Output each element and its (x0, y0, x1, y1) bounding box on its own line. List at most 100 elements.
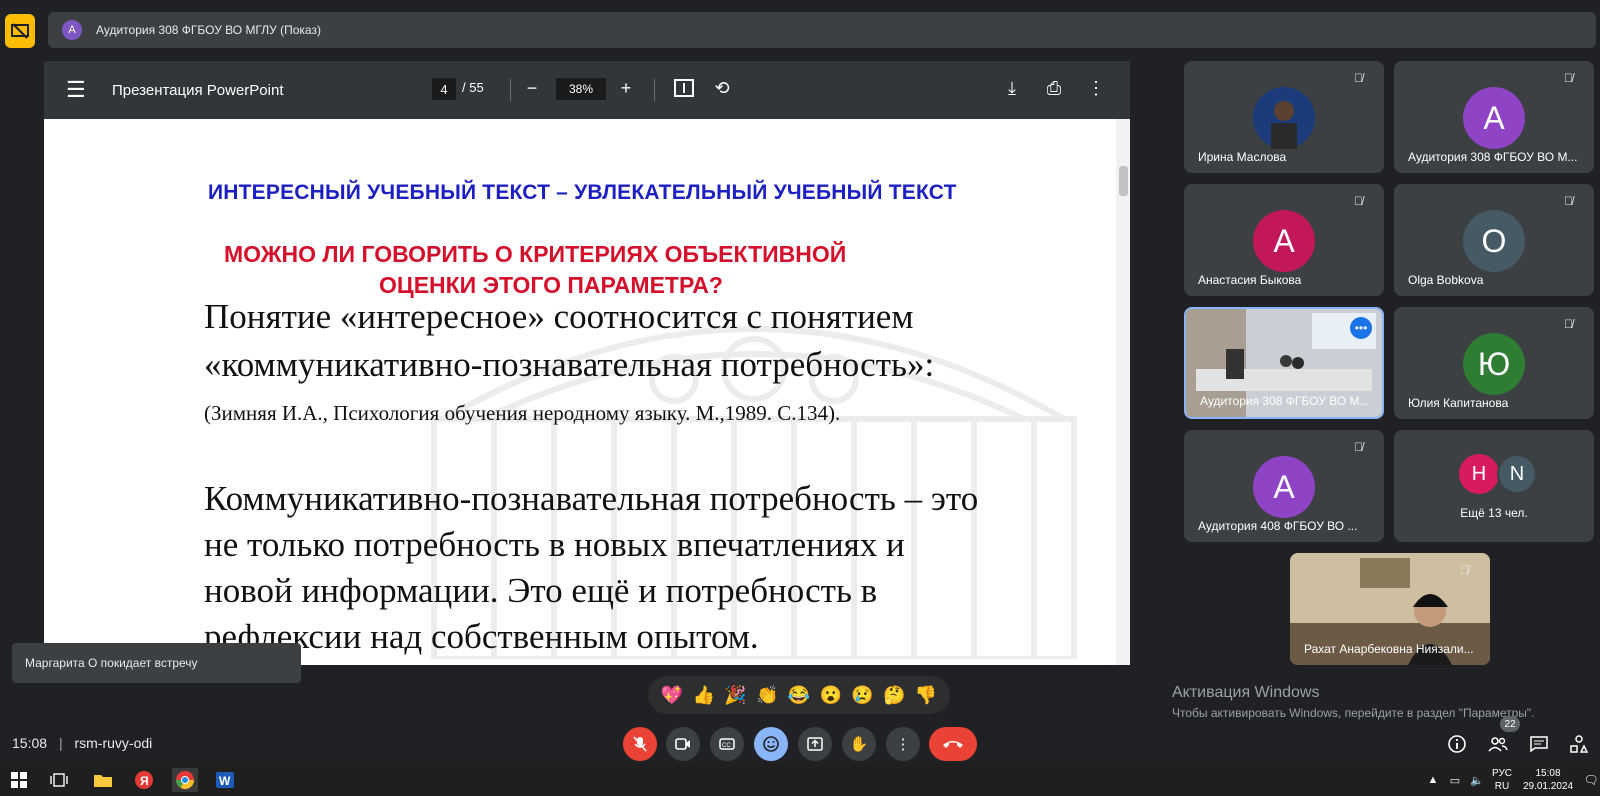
participant-tile-video[interactable]: ••• Аудитория 308 ФГБОУ ВО М... (1184, 307, 1384, 419)
more-participants-tile[interactable]: H N Ещё 13 чел. (1394, 430, 1594, 542)
reaction-laugh[interactable]: 😂 (788, 685, 810, 706)
meeting-time: 15:08 (12, 735, 48, 751)
windows-taskbar: Я W ▲ ▭ 🔈 РУС RU 15:08 29.01.2024 🗨 (0, 764, 1600, 796)
info-button[interactable] (1440, 727, 1474, 761)
presenter-avatar: A (62, 20, 82, 40)
slide-question-line2: ОЦЕНКИ ЭТОГО ПАРАМЕТРА? (379, 272, 723, 298)
reactions-bar: 💖 👍 🎉 👏 😂 😮 😢 🤔 👎 (648, 676, 950, 714)
pdf-page: ИНТЕРЕСНЫЙ УЧЕБНЫЙ ТЕКСТ – УВЛЕКАТЕЛЬНЫЙ… (44, 119, 1116, 665)
raise-hand-button[interactable]: ✋ (842, 727, 876, 761)
end-call-icon (943, 741, 963, 748)
mic-off-icon: 🎙̸ (1354, 71, 1363, 85)
participant-tile[interactable]: 🎙̸ Ирина Маслова (1184, 61, 1384, 173)
file-explorer-icon[interactable] (90, 768, 116, 792)
download-icon[interactable]: ⤓ (1000, 78, 1024, 98)
svg-text:W: W (219, 774, 231, 788)
slide-text-line: не только потребность в новых впечатлени… (204, 525, 905, 564)
pdf-scroll-thumb[interactable] (1119, 166, 1128, 196)
slide-text-line: новой информации. Это ещё и потребность … (204, 571, 878, 610)
menu-icon[interactable]: ☰ (66, 77, 90, 103)
language-indicator[interactable]: РУС RU (1492, 767, 1512, 793)
participant-tile[interactable]: A 🎙̸ Аудитория 408 ФГБОУ ВО ... (1184, 430, 1384, 542)
participant-avatar: A (1253, 210, 1315, 272)
windows-start-icon[interactable] (6, 768, 32, 792)
language-code: РУС (1492, 768, 1513, 779)
mic-off-icon: 🎙̸ (1354, 194, 1363, 208)
chrome-icon[interactable] (172, 768, 198, 792)
activities-icon (1570, 735, 1588, 753)
windows-activation-title: Активация Windows (1172, 684, 1320, 701)
meeting-code: rsm-ruvy-odi (74, 735, 153, 751)
captions-button[interactable]: CC (710, 727, 744, 761)
info-icon (1448, 735, 1466, 753)
participant-name: Аудитория 408 ФГБОУ ВО ... (1198, 519, 1358, 533)
svg-text:CC: CC (722, 743, 731, 749)
slide-citation: (Зимняя И.А., Психология обучения неродн… (204, 401, 841, 425)
page-number-input[interactable]: 4 (432, 78, 456, 100)
more-options-button[interactable]: ⋮ (886, 727, 920, 761)
captions-icon: CC (719, 738, 735, 750)
participant-avatar: N (1497, 454, 1537, 494)
volume-icon[interactable]: 🔈 (1464, 768, 1490, 792)
participant-tile[interactable]: O 🎙̸ Olga Bobkova (1394, 184, 1594, 296)
reaction-surprised[interactable]: 😮 (820, 685, 842, 706)
word-icon[interactable]: W (212, 768, 238, 792)
people-button[interactable] (1481, 727, 1515, 761)
task-view-icon[interactable] (46, 768, 72, 792)
activities-button[interactable] (1562, 727, 1596, 761)
mic-off-icon: 🎙̸ (1564, 71, 1573, 85)
participant-photo (1253, 87, 1315, 149)
rotate-icon[interactable]: ⟲ (710, 78, 734, 98)
participant-tile[interactable]: A 🎙̸ Аудитория 308 ФГБОУ ВО М... (1394, 61, 1594, 173)
participant-tile[interactable]: Ю 🎙̸ Юлия Капитанова (1394, 307, 1594, 419)
hand-icon: ✋ (849, 736, 869, 753)
notifications-icon[interactable]: 🗨 (1578, 768, 1600, 792)
reaction-heart[interactable]: 💖 (661, 685, 683, 706)
fit-page-icon[interactable] (672, 79, 696, 101)
reaction-sad[interactable]: 😢 (851, 685, 873, 706)
self-view-tile[interactable]: 🎙̸ Рахат Анарбековна Ниязали... (1290, 553, 1490, 665)
yandex-browser-icon[interactable]: Я (131, 768, 157, 792)
pdf-viewer: ☰ Презентация PowerPoint 4 / 55 − 38% + … (44, 61, 1130, 665)
clock-date: 29.01.2024 (1522, 781, 1574, 792)
zoom-out-icon[interactable]: − (520, 78, 544, 98)
more-options-icon[interactable]: ••• (1350, 317, 1372, 339)
slide-text-line: «коммуникативно-познавательная потребнос… (204, 345, 935, 384)
pdf-toolbar: ☰ Презентация PowerPoint 4 / 55 − 38% + … (44, 61, 1130, 119)
print-icon[interactable]: ⎙ (1042, 78, 1066, 98)
windows-activation-text: Чтобы активировать Windows, перейдите в … (1172, 706, 1535, 720)
mic-off-icon: 🎙̸ (1460, 563, 1469, 577)
pdf-scrollbar[interactable] (1116, 119, 1130, 665)
participant-tile[interactable]: A 🎙̸ Анастасия Быкова (1184, 184, 1384, 296)
people-icon (1488, 737, 1508, 752)
chat-button[interactable] (1522, 727, 1556, 761)
camera-toggle-button[interactable] (666, 727, 700, 761)
more-options-icon[interactable]: ⋮ (1084, 78, 1108, 98)
slide-text-line: Коммуникативно-познавательная потребност… (204, 479, 979, 518)
system-clock[interactable]: 15:08 29.01.2024 (1520, 767, 1576, 793)
self-name: Рахат Анарбековна Ниязали... (1304, 642, 1474, 656)
participant-name: Olga Bobkova (1408, 273, 1484, 287)
present-button[interactable] (798, 727, 832, 761)
reaction-clap[interactable]: 👏 (756, 685, 778, 706)
reaction-thumbs-up[interactable]: 👍 (692, 685, 714, 706)
zoom-in-icon[interactable]: + (614, 78, 638, 98)
mic-toggle-button[interactable] (623, 727, 657, 761)
page-total-value: 55 (469, 80, 484, 95)
reaction-thinking[interactable]: 🤔 (883, 685, 905, 706)
participant-name: Ирина Маслова (1198, 150, 1287, 164)
end-call-button[interactable] (929, 727, 977, 761)
participant-name: Анастасия Быкова (1198, 273, 1302, 287)
leave-notification: Маргарита О покидает встречу (12, 643, 301, 683)
emoji-button[interactable] (754, 727, 788, 761)
mic-off-icon: 🎙̸ (1564, 317, 1573, 331)
presenting-icon[interactable] (5, 14, 35, 48)
meeting-info: 15:08 | rsm-ruvy-odi (12, 735, 153, 751)
zoom-input[interactable]: 38% (556, 78, 606, 100)
participant-avatar: H (1459, 454, 1499, 494)
presenter-banner: A Аудитория 308 ФГБОУ ВО МГЛУ (Показ) (48, 12, 1596, 48)
camera-icon (675, 738, 690, 750)
reaction-thumbs-down[interactable]: 👎 (915, 685, 937, 706)
chat-icon (1530, 736, 1548, 752)
reaction-party[interactable]: 🎉 (724, 685, 746, 706)
